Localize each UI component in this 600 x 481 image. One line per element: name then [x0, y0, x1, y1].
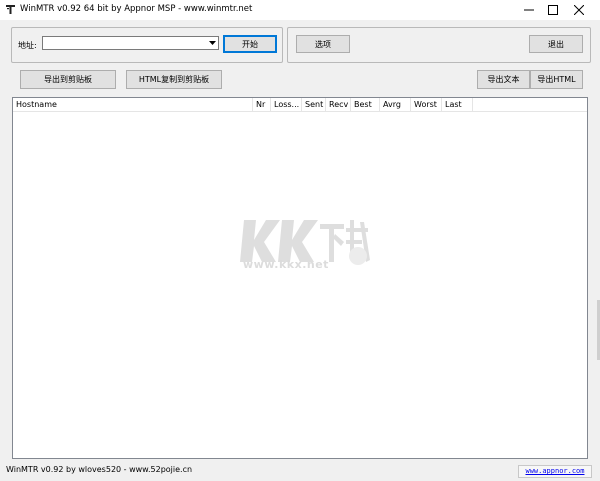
export-html-button[interactable]: 导出HTML [530, 70, 583, 89]
title-bar[interactable]: WinMTR v0.92 64 bit by Appnor MSP - www.… [0, 0, 600, 20]
close-button[interactable] [562, 0, 596, 20]
table-header: Hostname Nr Loss... Sent Recv Best Avrg … [13, 98, 587, 112]
copy-text-to-clipboard-button[interactable]: 导出到剪贴板 [20, 70, 116, 89]
export-text-button[interactable]: 导出文本 [477, 70, 530, 89]
results-table[interactable]: Hostname Nr Loss... Sent Recv Best Avrg … [12, 97, 588, 459]
watermark-url: www.kkx.net [243, 258, 329, 271]
chevron-down-icon [209, 41, 216, 45]
column-header-worst[interactable]: Worst [411, 98, 442, 111]
host-combobox[interactable] [42, 36, 219, 50]
copy-html-to-clipboard-button[interactable]: HTML复制到剪贴板 [126, 70, 222, 89]
options-button[interactable]: 选项 [296, 35, 350, 53]
status-text: WinMTR v0.92 by wloves520 - www.52pojie.… [6, 465, 193, 474]
close-icon [574, 5, 584, 15]
column-header-avrg[interactable]: Avrg [380, 98, 411, 111]
column-header-loss[interactable]: Loss... [271, 98, 302, 111]
host-label: 地址: [18, 41, 37, 50]
window-title: WinMTR v0.92 64 bit by Appnor MSP - www.… [20, 4, 253, 14]
column-header-sent[interactable]: Sent [302, 98, 326, 111]
app-window: WinMTR v0.92 64 bit by Appnor MSP - www.… [0, 0, 600, 481]
exit-button[interactable]: 退出 [529, 35, 583, 53]
column-header-nr[interactable]: Nr [253, 98, 271, 111]
column-header-hostname[interactable]: Hostname [13, 98, 253, 111]
winmtr-app-icon [6, 5, 15, 14]
minimize-icon [524, 9, 534, 11]
start-button[interactable]: 开始 [223, 35, 277, 53]
column-header-last[interactable]: Last [442, 98, 473, 111]
dropdown-button[interactable] [207, 37, 218, 49]
appnor-link[interactable]: www.appnor.com [518, 465, 592, 478]
column-header-recv[interactable]: Recv [326, 98, 351, 111]
column-header-best[interactable]: Best [351, 98, 380, 111]
maximize-icon [548, 5, 558, 15]
status-bar: WinMTR v0.92 by wloves520 - www.52pojie.… [0, 460, 600, 481]
